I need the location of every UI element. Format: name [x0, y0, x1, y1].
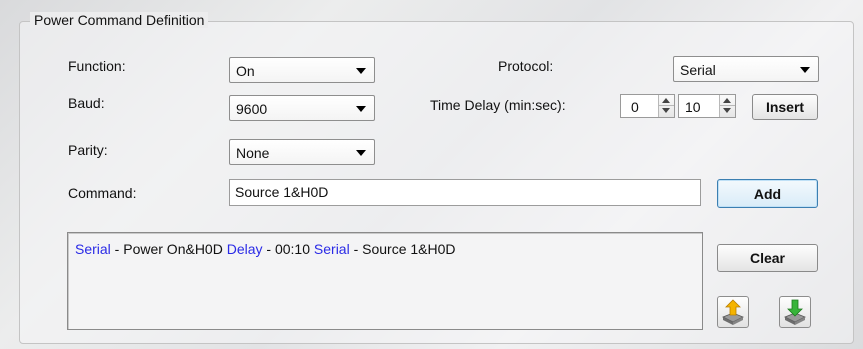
seconds-spin-buttons[interactable] [719, 95, 735, 117]
minutes-spinner[interactable]: 0 [620, 94, 675, 118]
chevron-down-icon [356, 106, 366, 112]
sequence-protocol: Serial [313, 241, 350, 257]
spin-down-icon[interactable] [723, 108, 731, 113]
chevron-down-icon [356, 150, 366, 156]
spin-down-icon[interactable] [662, 108, 670, 113]
protocol-select-value: Serial [680, 62, 716, 78]
download-disk-icon [784, 299, 806, 325]
sequence-entry: Serial - Power On&H0D Delay - 00:10 Seri… [75, 241, 456, 257]
sequence-protocol: Delay [226, 241, 263, 257]
upload-disk-icon [722, 299, 744, 325]
baud-label: Baud: [68, 95, 105, 111]
function-select[interactable]: On [229, 57, 375, 83]
function-select-value: On [236, 63, 255, 79]
protocol-label: Protocol: [498, 58, 554, 74]
parity-select-value: None [236, 145, 270, 161]
download-button[interactable] [779, 296, 811, 328]
insert-button[interactable]: Insert [752, 94, 818, 120]
parity-label: Parity: [68, 142, 108, 158]
upload-button[interactable] [717, 296, 749, 328]
chevron-down-icon [356, 68, 366, 74]
group-title: Power Command Definition [30, 12, 209, 28]
command-input[interactable] [235, 184, 695, 200]
seconds-spinner[interactable]: 10 [678, 94, 736, 118]
time-delay-label: Time Delay (min:sec): [430, 97, 566, 113]
spin-up-icon[interactable] [723, 98, 731, 103]
sequence-protocol: Serial [75, 241, 111, 257]
command-field[interactable] [229, 179, 701, 206]
sequence-text: - 00:10 [262, 241, 314, 257]
baud-select-value: 9600 [236, 101, 268, 117]
baud-select[interactable]: 9600 [229, 95, 375, 121]
add-button[interactable]: Add [717, 179, 818, 208]
sequence-text: - Source 1&H0D [349, 241, 456, 257]
command-label: Command: [68, 185, 137, 201]
protocol-select[interactable]: Serial [673, 56, 819, 82]
clear-button[interactable]: Clear [717, 244, 818, 272]
command-sequence-list[interactable]: Serial - Power On&H0D Delay - 00:10 Seri… [67, 232, 703, 330]
spin-up-icon[interactable] [662, 98, 670, 103]
seconds-value: 10 [685, 99, 701, 115]
chevron-down-icon [800, 67, 810, 73]
minutes-value: 0 [631, 99, 639, 115]
minutes-spin-buttons[interactable] [658, 95, 674, 117]
function-label: Function: [68, 58, 126, 74]
parity-select[interactable]: None [229, 139, 375, 165]
sequence-text: - Power On&H0D [110, 241, 227, 257]
